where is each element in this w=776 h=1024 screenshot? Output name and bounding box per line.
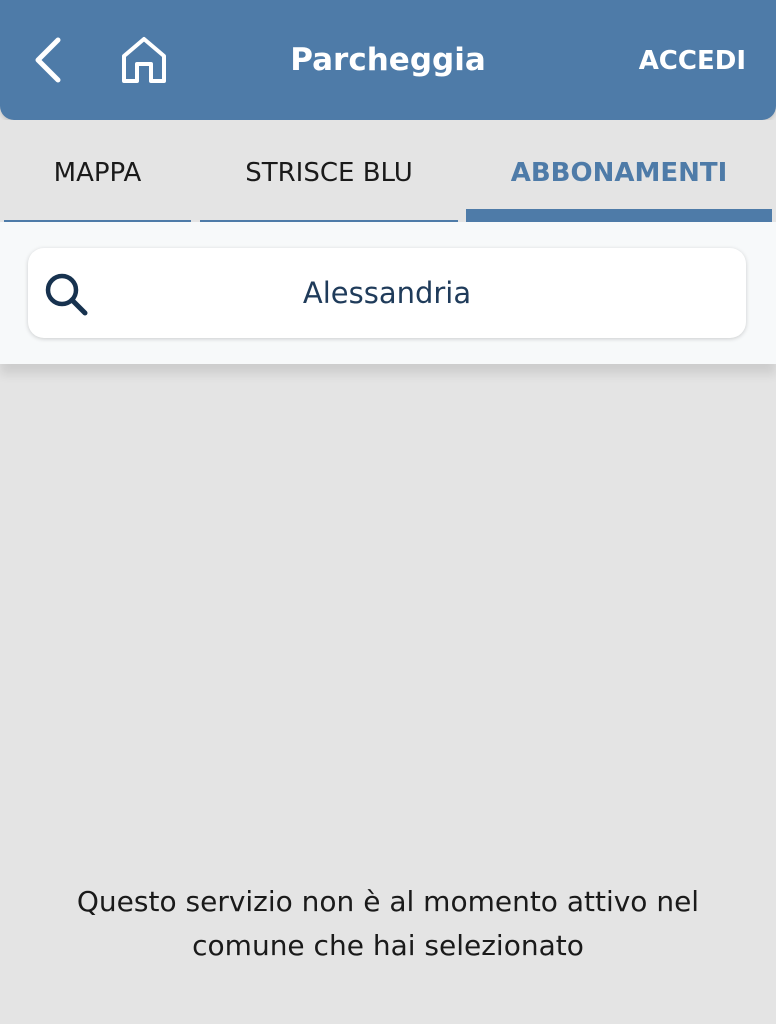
back-button[interactable] [28,34,68,86]
tab-mappa[interactable]: MAPPA [4,120,191,222]
app-screen: Parcheggia ACCEDI MAPPA STRISCE BLU ABBO… [0,0,776,1024]
tab-abbonamenti[interactable]: ABBONAMENTI [466,120,772,222]
app-header: Parcheggia ACCEDI [0,0,776,120]
tab-label: MAPPA [53,158,142,188]
search-panel: Alessandria [0,222,776,364]
home-icon [122,37,166,83]
home-button[interactable] [118,34,170,86]
tab-strisce-blu[interactable]: STRISCE BLU [200,120,458,222]
municipality-search-input[interactable]: Alessandria [28,248,746,338]
tab-label: ABBONAMENTI [510,158,728,188]
service-unavailable-message: Questo servizio non è al momento attivo … [40,880,736,968]
tab-active-indicator [466,209,772,222]
tab-label: STRISCE BLU [245,158,413,188]
message-line: Questo servizio non è al momento attivo … [76,885,700,918]
login-button[interactable]: ACCEDI [639,42,746,80]
message-line: comune che hai selezionato [192,929,584,962]
search-value: Alessandria [302,276,472,310]
chevron-left-icon [35,37,61,83]
tab-bar: MAPPA STRISCE BLU ABBONAMENTI [0,120,776,222]
